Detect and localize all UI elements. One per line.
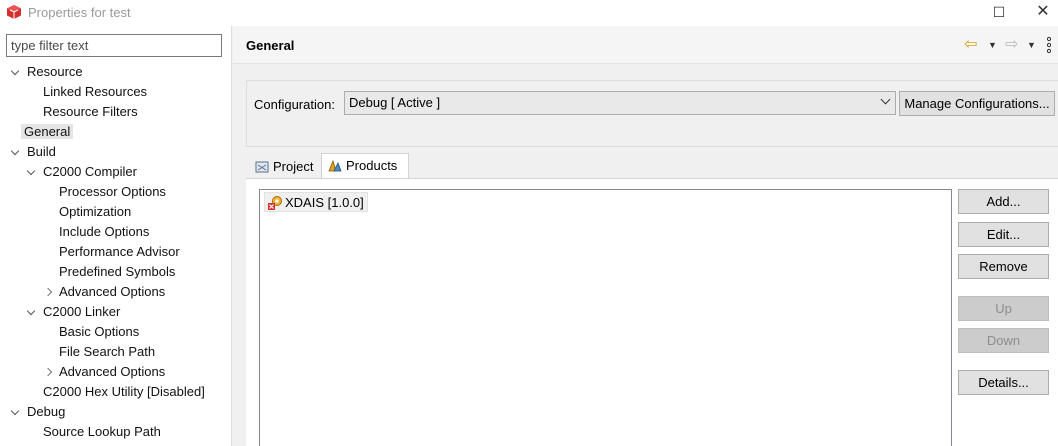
tree-item-label: C2000 Compiler	[43, 164, 137, 179]
back-dropdown-icon[interactable]: ▼	[988, 36, 997, 54]
list-item[interactable]: XDAIS [1.0.0]	[264, 192, 368, 212]
products-icon	[328, 159, 342, 172]
tree-item-c2000-compiler[interactable]: C2000 Compiler	[24, 162, 140, 181]
edit-button[interactable]: Edit...	[958, 222, 1049, 247]
tree-item-resource[interactable]: Resource	[8, 62, 86, 81]
red-cube-icon	[7, 5, 21, 19]
up-button[interactable]: Up	[958, 296, 1049, 321]
chevron-down-icon[interactable]	[10, 402, 22, 421]
chevron-down-icon	[880, 94, 891, 105]
forward-arrow-icon[interactable]: ⇨	[1005, 36, 1018, 54]
tree-item-basic-options[interactable]: Basic Options	[56, 322, 142, 341]
tree-item-label: Performance Advisor	[59, 244, 180, 259]
right-panel: General ⇦ ▼ ⇨ ▼ Configuration: Debug [ A…	[233, 26, 1058, 446]
remove-button[interactable]: Remove	[958, 254, 1049, 279]
tree-item-predefined-symbols[interactable]: Predefined Symbols	[56, 262, 178, 281]
tree-item-performance-advisor[interactable]: Performance Advisor	[56, 242, 183, 261]
tree-item-linker-advanced-options[interactable]: Advanced Options	[42, 362, 168, 381]
window-title: Properties for test	[28, 5, 131, 20]
tree-item-label: Optimization	[59, 204, 132, 219]
tree-item-include-options[interactable]: Include Options	[56, 222, 152, 241]
tree-item-label: C2000 Linker	[43, 304, 121, 319]
page-header: General ⇦ ▼ ⇨ ▼	[233, 26, 1058, 64]
tree-item-c2000-linker[interactable]: C2000 Linker	[24, 302, 123, 321]
tree-item-label: Build	[27, 144, 56, 159]
tree-item-source-lookup-path[interactable]: Source Lookup Path	[40, 422, 164, 441]
tree-item-label: Debug	[27, 404, 66, 419]
product-label: XDAIS [1.0.0]	[285, 195, 364, 210]
tree-item-processor-options[interactable]: Processor Options	[56, 182, 169, 201]
tree-item-optimization[interactable]: Optimization	[56, 202, 134, 221]
chevron-right-icon[interactable]	[45, 282, 57, 301]
title-bar: Properties for test ☐ ✕	[0, 0, 1058, 26]
configuration-select[interactable]: Debug [ Active ]	[344, 91, 896, 115]
tree-item-resource-filters[interactable]: Resource Filters	[40, 102, 141, 121]
configuration-label: Configuration:	[254, 97, 335, 112]
tree-item-label: Source Lookup Path	[43, 424, 161, 439]
tab-project[interactable]: Project	[249, 155, 321, 178]
tree-item-file-search-path[interactable]: File Search Path	[56, 342, 158, 361]
add-button[interactable]: Add...	[958, 189, 1049, 214]
kebab-menu-icon[interactable]	[1045, 36, 1053, 54]
tree-item-label: Processor Options	[59, 184, 166, 199]
project-icon	[255, 161, 269, 173]
tree-item-linked-resources[interactable]: Linked Resources	[40, 82, 150, 101]
chevron-down-icon[interactable]	[10, 62, 22, 81]
tree-item-label: Resource Filters	[43, 104, 138, 119]
down-button[interactable]: Down	[958, 328, 1049, 353]
tab-products[interactable]: Products	[321, 153, 409, 178]
product-error-icon	[268, 196, 282, 210]
tree-item-debug[interactable]: Debug	[8, 402, 68, 421]
tree-item-build[interactable]: Build	[8, 142, 59, 161]
products-list[interactable]: XDAIS [1.0.0]	[259, 189, 952, 446]
chevron-down-icon[interactable]	[26, 302, 38, 321]
configuration-value: Debug [ Active ]	[349, 95, 441, 110]
tree-item-label: Advanced Options	[59, 364, 166, 379]
chevron-down-icon[interactable]	[26, 162, 38, 181]
tree-item-label: Predefined Symbols	[59, 264, 176, 279]
manage-configurations-button[interactable]: Manage Configurations...	[899, 91, 1055, 116]
tree-item-label: Resource	[27, 64, 83, 79]
page-title: General	[246, 38, 295, 53]
tree-item-label: General	[21, 124, 74, 139]
chevron-down-icon[interactable]	[10, 142, 22, 161]
details-button[interactable]: Details...	[958, 370, 1049, 395]
forward-dropdown-icon[interactable]: ▼	[1027, 36, 1036, 54]
chevron-right-icon[interactable]	[45, 362, 57, 381]
tree-item-label: Linked Resources	[43, 84, 148, 99]
tree-item-compiler-advanced-options[interactable]: Advanced Options	[42, 282, 168, 301]
left-panel: Resource Linked Resources Resource Filte…	[0, 26, 232, 446]
tab-label: Project	[273, 159, 314, 174]
tree-item-label: File Search Path	[59, 344, 156, 359]
tree-item-label: Basic Options	[59, 324, 140, 339]
tree-item-general[interactable]: General	[21, 122, 74, 141]
tree-item-label: Advanced Options	[59, 284, 166, 299]
tree-item-c2000-hex-utility[interactable]: C2000 Hex Utility [Disabled]	[40, 382, 208, 401]
back-arrow-icon[interactable]: ⇦	[964, 36, 977, 54]
tree-item-label: Include Options	[59, 224, 150, 239]
close-button[interactable]: ✕	[1020, 0, 1058, 26]
tree-item-label: C2000 Hex Utility [Disabled]	[43, 384, 205, 399]
tab-label: Products	[346, 158, 398, 173]
maximize-button[interactable]: ☐	[976, 0, 1022, 26]
filter-input[interactable]	[6, 34, 222, 57]
